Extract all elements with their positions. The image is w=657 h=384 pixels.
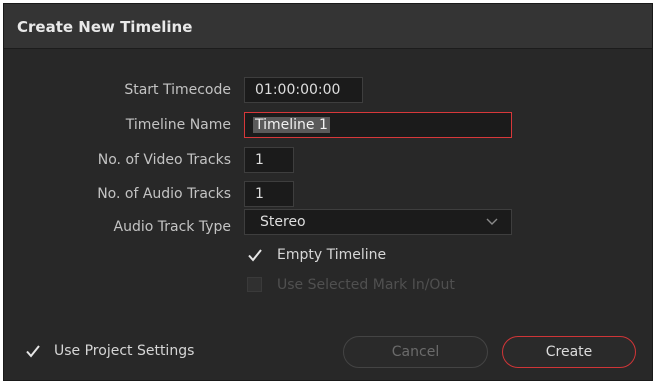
use-mark-in-out-label: Use Selected Mark In/Out [277, 277, 455, 293]
dialog-title: Create New Timeline [17, 18, 193, 36]
video-tracks-value: 1 [255, 152, 264, 168]
audio-track-type-value: Stereo [260, 214, 306, 230]
empty-timeline-checkbox[interactable]: Empty Timeline [247, 245, 447, 265]
video-tracks-label: No. of Video Tracks [97, 152, 231, 168]
start-timecode-label: Start Timecode [124, 82, 231, 98]
use-project-settings-label: Use Project Settings [54, 343, 195, 359]
chevron-down-icon [486, 218, 498, 225]
empty-timeline-label: Empty Timeline [277, 247, 387, 263]
create-button[interactable]: Create [502, 336, 636, 368]
audio-tracks-label: No. of Audio Tracks [97, 186, 231, 202]
timeline-name-label: Timeline Name [125, 117, 231, 133]
audio-track-type-label: Audio Track Type [113, 219, 231, 235]
checkbox-empty-icon [247, 277, 262, 292]
cancel-button[interactable]: Cancel [343, 336, 488, 368]
create-timeline-dialog: Create New Timeline Start Timecode 01:00… [3, 3, 653, 381]
start-timecode-input[interactable]: 01:00:00:00 [244, 77, 363, 103]
audio-tracks-value: 1 [255, 186, 264, 202]
checkmark-icon [248, 249, 262, 262]
dialog-titlebar[interactable]: Create New Timeline [4, 4, 652, 49]
video-tracks-input[interactable]: 1 [244, 147, 294, 173]
audio-track-type-select[interactable]: Stereo [244, 209, 512, 235]
audio-tracks-input[interactable]: 1 [244, 181, 294, 207]
checkmark-icon [26, 345, 40, 358]
timeline-name-input[interactable]: Timeline 1 [244, 112, 512, 138]
use-mark-in-out-checkbox[interactable]: Use Selected Mark In/Out [247, 275, 507, 295]
use-project-settings-checkbox[interactable]: Use Project Settings [25, 341, 245, 361]
start-timecode-value: 01:00:00:00 [255, 82, 341, 98]
timeline-name-value: Timeline 1 [253, 117, 330, 133]
